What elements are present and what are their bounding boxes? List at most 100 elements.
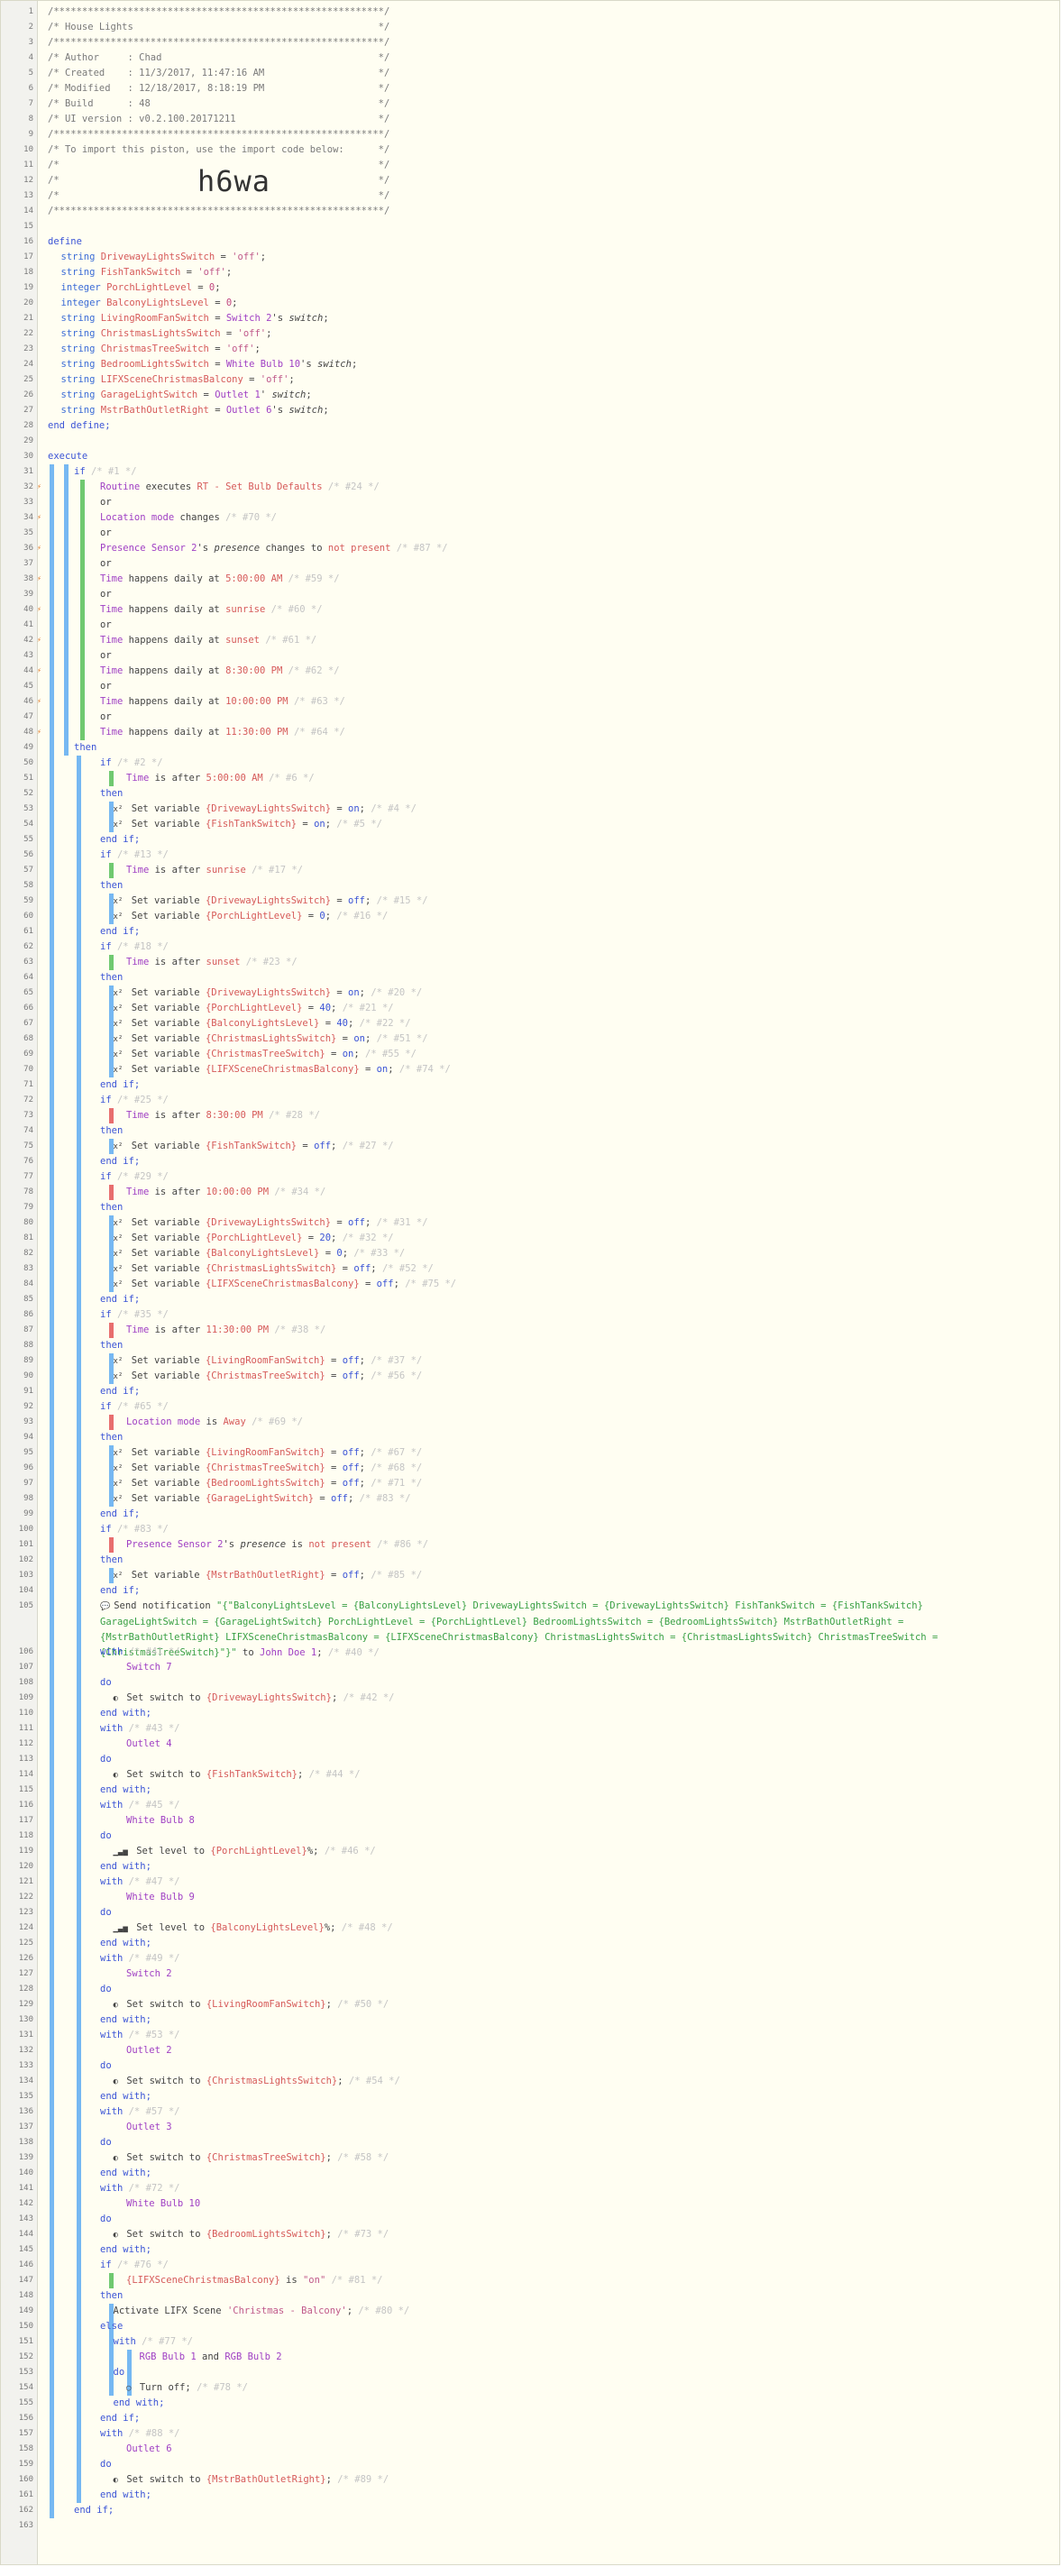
code-text[interactable]: x² Set variable {ChristmasTreeSwitch} = … (114, 1047, 417, 1063)
code-text[interactable]: ◐ Set switch to {BedroomLightsSwitch}; /… (114, 2227, 389, 2243)
code-text[interactable]: Location mode changes /* #70 */ (100, 510, 277, 526)
code-text[interactable]: or (100, 710, 112, 725)
code-text[interactable]: /* House Lights */ (48, 20, 389, 35)
code-text[interactable]: else (100, 2319, 123, 2334)
code-text[interactable]: ▁▃▅ Set level to {PorchLightLevel}%; /* … (114, 1844, 376, 1860)
code-text[interactable]: /* Created : 11/3/2017, 11:47:16 AM */ (48, 66, 389, 81)
code-text[interactable]: string ChristmasLightsSwitch = 'off'; (61, 326, 272, 342)
code-text[interactable]: then (74, 740, 96, 756)
code-text[interactable]: ◐ Set switch to {FishTankSwitch}; /* #44… (114, 1767, 361, 1783)
code-text[interactable]: x² Set variable {MstrBathOutletRight} = … (114, 1568, 423, 1584)
code-text[interactable]: Outlet 4 (126, 1737, 172, 1752)
code-text[interactable]: then (100, 1200, 123, 1215)
code-text[interactable]: Outlet 3 (126, 2120, 172, 2135)
code-text[interactable]: or (100, 495, 112, 510)
code-text[interactable]: end with; (100, 1859, 151, 1875)
code-text[interactable]: x² Set variable {PorchLightLevel} = 40; … (114, 1001, 394, 1017)
code-text[interactable]: White Bulb 9 (126, 1890, 195, 1905)
code-text[interactable]: /***************************************… (48, 35, 389, 50)
code-text[interactable]: x² Set variable {BalconyLightsLevel} = 4… (114, 1016, 411, 1032)
code-text[interactable]: /***************************************… (48, 127, 389, 142)
piston-code-editor[interactable]: 1 /**************************************… (0, 0, 1060, 2565)
code-text[interactable]: x² Set variable {DrivewayLightsSwitch} =… (114, 985, 423, 1002)
code-text[interactable]: or (100, 648, 112, 664)
code-text[interactable]: ◐ Set switch to {MstrBathOutletRight}; /… (114, 2472, 389, 2489)
code-text[interactable]: Time is after 10:00:00 PM /* #34 */ (126, 1185, 325, 1200)
code-text[interactable]: ◐ Set switch to {DrivewayLightsSwitch}; … (114, 1691, 395, 1707)
code-text[interactable]: then (100, 970, 123, 985)
code-text[interactable]: if /* #35 */ (100, 1307, 169, 1323)
code-text[interactable]: x² Set variable {BalconyLightsLevel} = 0… (114, 1246, 406, 1262)
code-text[interactable]: string BedroomLightsSwitch = White Bulb … (61, 357, 358, 372)
code-text[interactable]: x² Set variable {ChristmasLightsSwitch} … (114, 1031, 428, 1048)
code-text[interactable]: or (100, 679, 112, 694)
code-text[interactable]: do (100, 1905, 112, 1921)
code-text[interactable]: Activate LIFX Scene 'Christmas - Balcony… (114, 2304, 410, 2319)
code-text[interactable]: /* Author : Chad */ (48, 50, 389, 66)
code-text[interactable]: do (100, 1982, 112, 1997)
code-text[interactable]: if /* #2 */ (100, 756, 163, 771)
code-text[interactable]: /* To import this piston, use the import… (48, 142, 389, 158)
code-text[interactable]: ◯ Turn off; /* #78 */ (126, 2380, 248, 2397)
code-text[interactable]: if /* #76 */ (100, 2258, 169, 2273)
code-text[interactable]: end if; (100, 924, 140, 940)
code-text[interactable]: Time happens daily at 10:00:00 PM /* #63… (100, 694, 345, 710)
code-text[interactable]: x² Set variable {LivingRoomFanSwitch} = … (114, 1353, 423, 1370)
code-text[interactable]: Presence Sensor 2's presence is not pres… (126, 1537, 428, 1553)
code-text[interactable]: /***************************************… (48, 5, 389, 20)
code-text[interactable]: Time is after sunrise /* #17 */ (126, 863, 303, 878)
code-text[interactable]: string ChristmasTreeSwitch = 'off'; (61, 342, 261, 357)
code-text[interactable]: or (100, 587, 112, 602)
code-text[interactable]: end with; (100, 1706, 151, 1721)
code-text[interactable]: with /* #45 */ (100, 1798, 180, 1813)
code-text[interactable]: if /* #65 */ (100, 1399, 169, 1415)
code-text[interactable]: end with; (100, 2166, 151, 2181)
code-text[interactable]: integer PorchLightLevel = 0; (61, 280, 221, 296)
code-text[interactable]: or (100, 526, 112, 541)
code-text[interactable]: Time is after 11:30:00 PM /* #38 */ (126, 1323, 325, 1338)
code-text[interactable]: x² Set variable {BedroomLightsSwitch} = … (114, 1476, 423, 1492)
code-text[interactable]: x² Set variable {PorchLightLevel} = 0; /… (114, 909, 389, 925)
code-text[interactable]: if /* #83 */ (100, 1522, 169, 1537)
code-text[interactable]: define (48, 234, 82, 250)
code-text[interactable]: x² Set variable {DrivewayLightsSwitch} =… (114, 1215, 428, 1232)
code-text[interactable]: with /* #41 */ (100, 1645, 180, 1660)
code-text[interactable]: with /* #49 */ (100, 1951, 180, 1966)
code-text[interactable]: /* Modified : 12/18/2017, 8:18:19 PM */ (48, 81, 389, 96)
code-text[interactable]: Time is after 8:30:00 PM /* #28 */ (126, 1108, 320, 1123)
code-text[interactable]: x² Set variable {GarageLightSwitch} = of… (114, 1491, 411, 1508)
code-text[interactable]: end if; (100, 1507, 140, 1522)
code-text[interactable]: Routine executes RT - Set Bulb Defaults … (100, 480, 380, 495)
code-text[interactable]: with /* #53 */ (100, 2028, 180, 2043)
code-text[interactable]: end if; (100, 832, 140, 848)
code-text[interactable]: end with; (100, 2089, 151, 2104)
code-text[interactable]: Presence Sensor 2's presence changes to … (100, 541, 448, 556)
code-text[interactable]: Outlet 6 (126, 2442, 172, 2457)
code-text[interactable]: Time happens daily at 5:00:00 AM /* #59 … (100, 572, 340, 587)
code-text[interactable]: Time is after 5:00:00 AM /* #6 */ (126, 771, 315, 786)
code-text[interactable]: x² Set variable {FishTankSwitch} = on; /… (114, 817, 382, 833)
code-text[interactable]: x² Set variable {PorchLightLevel} = 20; … (114, 1231, 394, 1247)
code-text[interactable]: if /* #13 */ (100, 848, 169, 863)
code-text[interactable]: Outlet 2 (126, 2043, 172, 2058)
code-text[interactable]: White Bulb 10 (126, 2196, 200, 2212)
code-text[interactable]: with /* #43 */ (100, 1721, 180, 1737)
code-text[interactable]: if /* #1 */ (74, 464, 137, 480)
code-text[interactable]: with /* #72 */ (100, 2181, 180, 2196)
code-text[interactable]: end define; (48, 418, 111, 434)
code-text[interactable]: or (100, 556, 112, 572)
code-text[interactable]: then (100, 878, 123, 894)
code-text[interactable]: RGB Bulb 1 and RGB Bulb 2 (140, 2350, 282, 2365)
code-text[interactable]: if /* #29 */ (100, 1169, 169, 1185)
code-text[interactable]: ◐ Set switch to {ChristmasTreeSwitch}; /… (114, 2150, 389, 2167)
code-text[interactable]: end with; (100, 1783, 151, 1798)
code-text[interactable]: then (100, 2288, 123, 2304)
code-text[interactable]: x² Set variable {LIFXSceneChristmasBalco… (114, 1062, 451, 1078)
code-text[interactable]: end with; (100, 2488, 151, 2503)
code-text[interactable]: x² Set variable {FishTankSwitch} = off; … (114, 1139, 394, 1155)
code-text[interactable]: x² Set variable {DrivewayLightsSwitch} =… (114, 802, 417, 818)
code-text[interactable]: Time happens daily at 8:30:00 PM /* #62 … (100, 664, 340, 679)
code-text[interactable]: Location mode is Away /* #69 */ (126, 1415, 303, 1430)
code-text[interactable]: string GarageLightSwitch = Outlet 1' swi… (61, 388, 312, 403)
code-text[interactable]: do (114, 2365, 125, 2380)
